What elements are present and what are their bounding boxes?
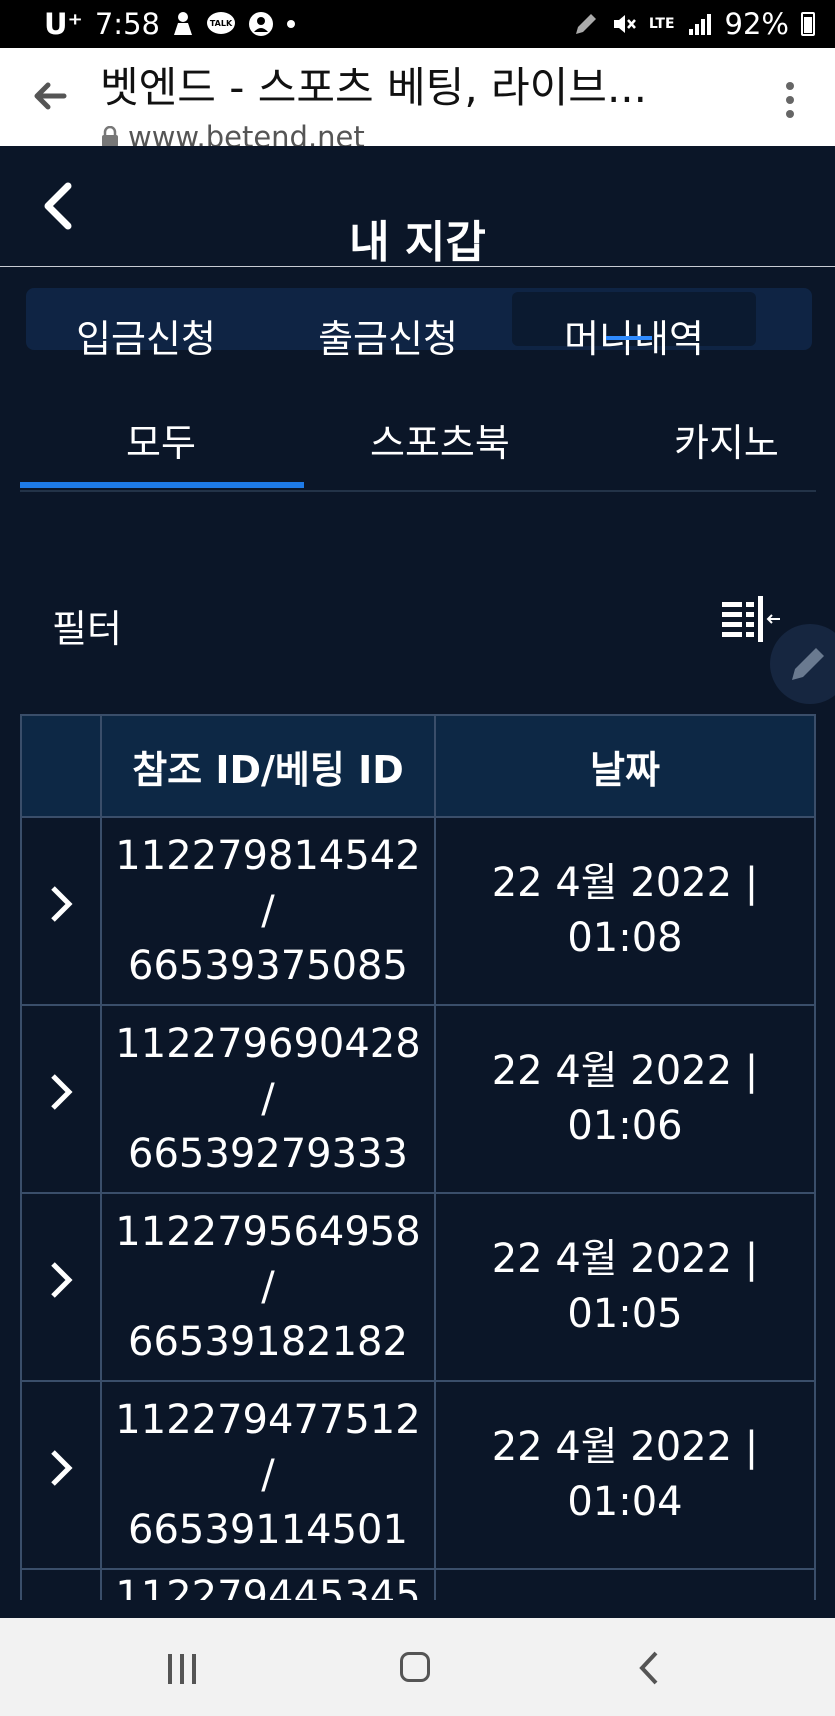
dot-icon — [286, 19, 296, 29]
browser-page-title: 벳엔드 - 스포츠 베팅, 라이브... — [100, 63, 648, 112]
chevron-right-icon[interactable] — [49, 1260, 73, 1300]
person-notification-icon — [172, 11, 194, 37]
ref-bet-id-cell: 112279477512 / 66539114501 — [100, 1380, 436, 1570]
subtabs: 모두 스포츠북 카지노 — [20, 400, 816, 492]
chevron-right-icon[interactable] — [49, 1448, 73, 1488]
table-header-row: 참조 ID/베팅 ID 날짜 — [20, 714, 816, 818]
row-time: 01:08 — [567, 915, 683, 961]
subtab-sportsbook[interactable]: 스포츠북 — [370, 412, 510, 467]
row-date: 22 4월 2022 | — [491, 860, 759, 906]
home-icon[interactable] — [400, 1652, 430, 1682]
edit-fab[interactable] — [770, 624, 835, 704]
subtab-active-indicator — [20, 482, 304, 488]
ref-id: 112279477512 — [115, 1396, 421, 1443]
row-time: 01:05 — [567, 1291, 683, 1337]
account-icon — [248, 11, 274, 37]
ref-id: 112279690428 — [115, 1020, 421, 1067]
lock-icon — [102, 126, 118, 146]
edit-icon — [573, 11, 599, 37]
table-row[interactable]: 112279445345 — [20, 1568, 816, 1600]
date-cell: 22 4월 2022 | 01:08 — [434, 816, 816, 1006]
date-cell: 22 4월 2022 | 01:06 — [434, 1004, 816, 1194]
date-cell: 22 4월 2022 | 01:05 — [434, 1192, 816, 1382]
row-expand-cell[interactable] — [20, 1192, 102, 1382]
table-row[interactable]: 112279477512 / 66539114501 22 4월 2022 | 01:… — [20, 1380, 816, 1570]
row-date: 22 4월 2022 | — [491, 1048, 759, 1094]
table-row[interactable]: 112279814542 / 66539375085 22 4월 2022 | 01:… — [20, 816, 816, 1006]
row-expand-cell[interactable] — [20, 816, 102, 1006]
bet-id: 66539182182 — [128, 1318, 408, 1365]
status-bar: U⁺ 7:58 TALK LTE 92% — [0, 0, 835, 48]
ref-bet-id-cell: 112279445345 — [100, 1568, 436, 1600]
money-history-table: 참조 ID/베팅 ID 날짜 112279814542 / 66539375085 … — [20, 714, 816, 1600]
wallet-tabs: 입금신청 출금신청 머니내역 — [26, 288, 812, 361]
date-cell: 22 4월 2022 | 01:04 — [434, 1380, 816, 1570]
id-separator: / — [261, 1263, 275, 1310]
mute-icon — [611, 11, 637, 37]
back-arrow-icon[interactable] — [28, 74, 72, 118]
chevron-right-icon[interactable] — [49, 884, 73, 924]
row-expand-cell[interactable] — [20, 1568, 102, 1600]
row-expand-cell[interactable] — [20, 1004, 102, 1194]
battery-percent: 92% — [724, 7, 789, 41]
tab-deposit[interactable]: 입금신청 — [26, 308, 266, 363]
ref-bet-id-cell: 112279564958 / 66539182182 — [100, 1192, 436, 1382]
pencil-icon — [792, 648, 824, 680]
system-back-icon[interactable] — [638, 1650, 660, 1686]
row-date: 22 4월 2022 | — [491, 1424, 759, 1470]
bet-id: 66539279333 — [128, 1130, 408, 1177]
recent-apps-icon[interactable] — [166, 1654, 198, 1684]
row-time: 01:04 — [567, 1479, 683, 1525]
browser-url-text: www.betend.net — [128, 120, 365, 146]
header-ref-bet-id: 참조 ID/베팅 ID — [100, 714, 436, 818]
status-right: LTE 92% — [573, 7, 815, 41]
ref-bet-id-cell: 112279814542 / 66539375085 — [100, 816, 436, 1006]
id-separator: / — [261, 1451, 275, 1498]
subtab-casino[interactable]: 카지노 — [674, 412, 779, 467]
id-separator: / — [261, 1075, 275, 1122]
header-expand — [20, 714, 102, 818]
tab-underline — [606, 336, 652, 340]
table-row[interactable]: 112279690428 / 66539279333 22 4월 2022 | 01:… — [20, 1004, 816, 1194]
status-time: 7:58 — [94, 7, 160, 41]
tab-withdraw[interactable]: 출금신청 — [268, 308, 508, 363]
system-nav-bar — [0, 1618, 835, 1716]
kakaotalk-icon: TALK — [206, 11, 236, 37]
signal-icon — [687, 11, 713, 37]
bet-id: 66539114501 — [128, 1506, 408, 1553]
kakaotalk-icon-label: TALK — [210, 19, 233, 28]
ref-id: 112279564958 — [115, 1208, 421, 1255]
ref-id: 112279814542 — [115, 832, 421, 879]
battery-icon — [801, 12, 815, 36]
browser-bar: 벳엔드 - 스포츠 베팅, 라이브... www.betend.net — [0, 48, 835, 146]
page-header: 내 지갑 — [0, 146, 835, 268]
row-expand-cell[interactable] — [20, 1380, 102, 1570]
chevron-right-icon[interactable] — [49, 1072, 73, 1112]
bet-id: 66539375085 — [128, 942, 408, 989]
browser-url[interactable]: www.betend.net — [100, 120, 365, 146]
date-cell — [434, 1568, 816, 1600]
header-date: 날짜 — [434, 714, 816, 818]
subtab-all[interactable]: 모두 — [126, 412, 196, 467]
carrier-label: U⁺ — [44, 7, 83, 41]
table-row[interactable]: 112279564958 / 66539182182 22 4월 2022 | 01:… — [20, 1192, 816, 1382]
page-title: 내 지갑 — [349, 217, 486, 268]
row-time: 01:06 — [567, 1103, 683, 1149]
ref-id: 112279445345 — [115, 1573, 421, 1600]
network-label: LTE — [648, 16, 675, 32]
more-menu-icon[interactable] — [785, 78, 795, 122]
ref-bet-id-cell: 112279690428 / 66539279333 — [100, 1004, 436, 1194]
id-separator: / — [261, 887, 275, 934]
filter-label: 필터 — [52, 607, 122, 651]
row-date: 22 4월 2022 | — [491, 1236, 759, 1282]
status-left: U⁺ 7:58 TALK — [44, 7, 296, 41]
